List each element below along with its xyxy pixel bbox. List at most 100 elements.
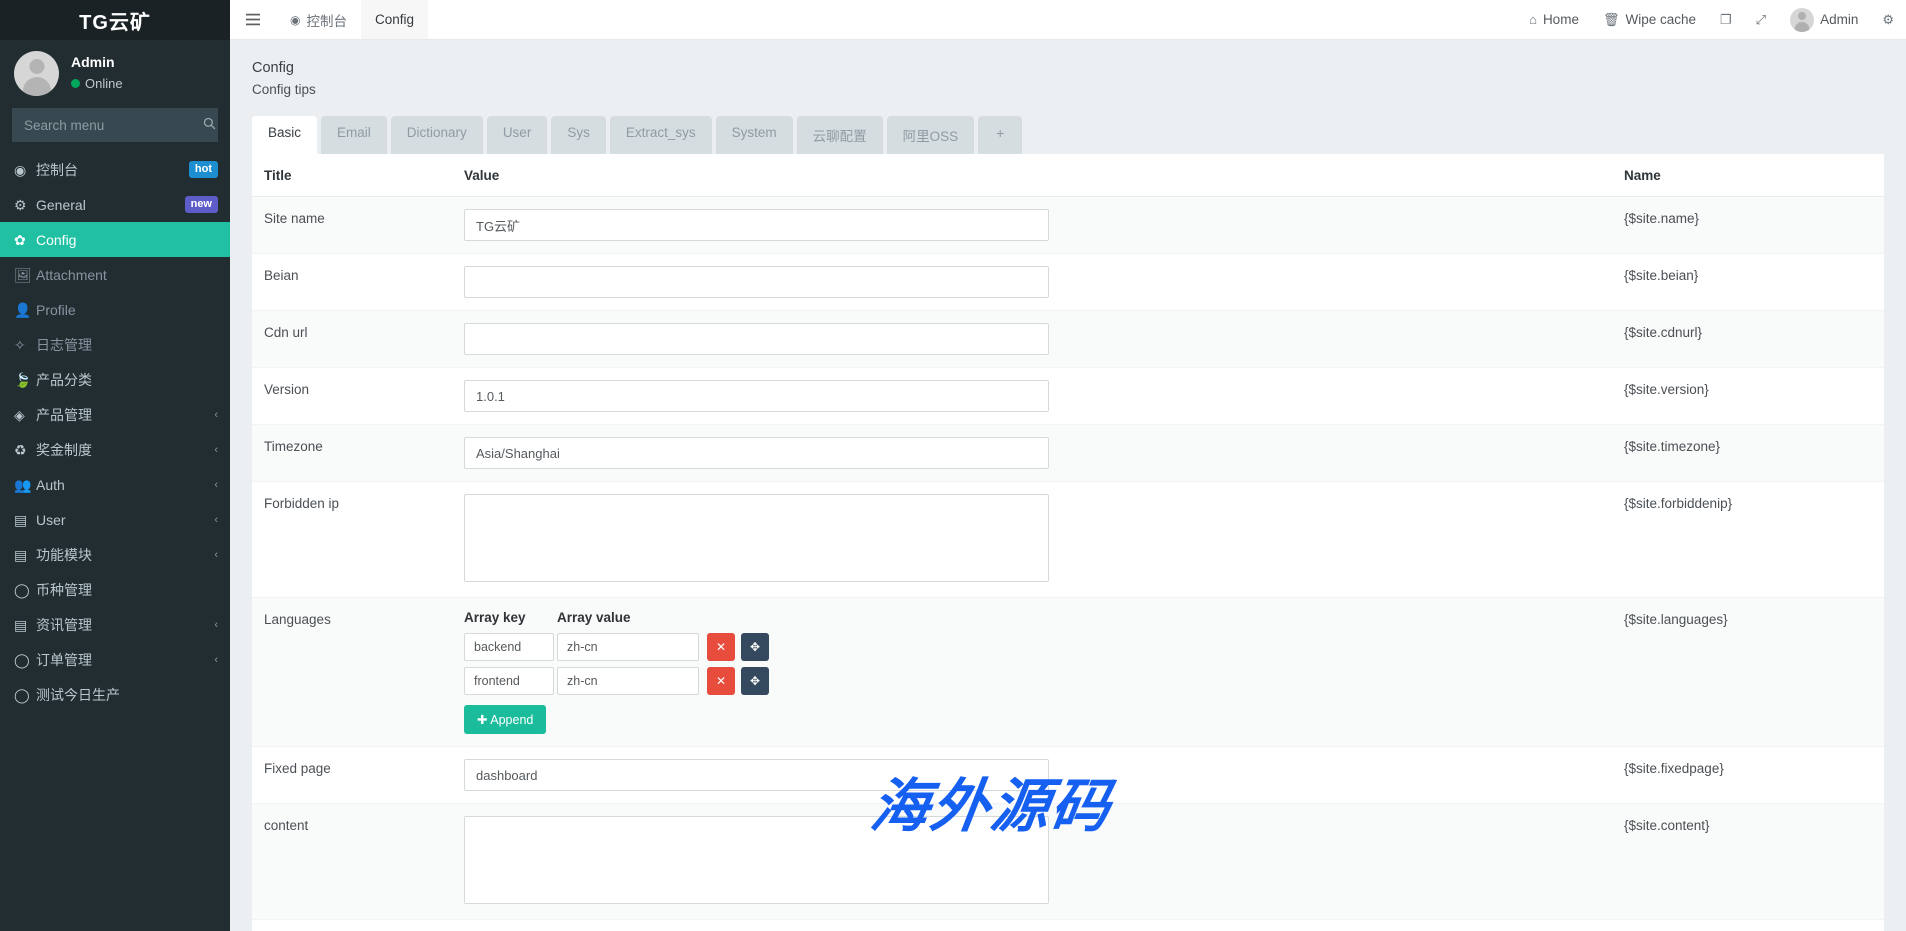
field-fixed-page[interactable] xyxy=(464,759,1049,791)
topnav-gears-settings[interactable]: ⚙ xyxy=(1870,0,1906,39)
avatar xyxy=(1790,8,1814,32)
field-version[interactable] xyxy=(464,380,1049,412)
gears-settings-icon: ⚙ xyxy=(1882,12,1894,28)
search-menu-box[interactable] xyxy=(12,108,218,142)
append-button[interactable]: ✚ Append xyxy=(464,705,546,734)
sidebar-user-status-label: Online xyxy=(85,75,123,93)
chevron-left-icon: ‹ xyxy=(214,409,218,421)
sidebar-item-config[interactable]: ✿Config xyxy=(0,222,230,257)
field-timezone[interactable] xyxy=(464,437,1049,469)
table-row: Cdn url{$site.cdnurl} xyxy=(252,311,1884,368)
topnav-admin[interactable]: Admin xyxy=(1778,0,1870,39)
topnav-clone[interactable]: ❐ xyxy=(1708,0,1744,39)
topnav-home[interactable]: ⌂Home xyxy=(1517,0,1591,39)
array-key-input[interactable] xyxy=(464,667,554,695)
row-value-cell: Array keyArray value✕✥✕✥✚ Append xyxy=(452,598,1612,747)
tab-阿里oss[interactable]: 阿里OSS xyxy=(887,116,975,154)
sidebar-user-panel: Admin Online xyxy=(0,40,230,106)
hamburger-icon[interactable] xyxy=(230,0,276,39)
sidebar-item-auth[interactable]: 👥Auth‹ xyxy=(0,467,230,502)
sidebar-item-badge: hot xyxy=(189,161,218,178)
row-value-cell xyxy=(452,254,1612,311)
sidebar-item-label: 资讯管理 xyxy=(36,615,208,635)
sidebar-item-label: 奖金制度 xyxy=(36,440,208,460)
field-forbidden-ip[interactable] xyxy=(464,494,1049,582)
tab-+[interactable]: + xyxy=(978,116,1022,154)
row-value-cell xyxy=(452,920,1612,931)
topnav-tab-控制台[interactable]: ◉ 控制台 xyxy=(276,0,361,39)
delete-row-button[interactable]: ✕ xyxy=(707,633,735,661)
search-input[interactable] xyxy=(22,117,203,134)
header-name: Name xyxy=(1612,154,1884,197)
topnav-wipe-cache[interactable]: 🗑Wipe cache xyxy=(1591,0,1708,39)
sidebar-item-label: General xyxy=(36,197,185,213)
page-subtitle: Config tips xyxy=(252,81,1884,100)
tab-dictionary[interactable]: Dictionary xyxy=(391,116,483,154)
sidebar-item-user[interactable]: ▤User‹ xyxy=(0,502,230,537)
row-value-cell xyxy=(452,197,1612,254)
sidebar-item-测试今日生产[interactable]: ◯测试今日生产 xyxy=(0,677,230,712)
newspaper-icon: ▤ xyxy=(14,618,36,632)
topnav-tab-label: 控制台 xyxy=(306,10,347,30)
sidebar-item-控制台[interactable]: ◉控制台hot xyxy=(0,152,230,187)
dashboard-icon: ◉ xyxy=(290,13,300,27)
chevron-left-icon: ‹ xyxy=(214,549,218,561)
tab-extract_sys[interactable]: Extract_sys xyxy=(610,116,712,154)
topnav-action-label: Admin xyxy=(1820,12,1858,27)
sidebar-item-general[interactable]: ⚙Generalnew xyxy=(0,187,230,222)
row-title: Beian xyxy=(252,254,452,311)
sidebar-item-日志管理[interactable]: ✧日志管理 xyxy=(0,327,230,362)
sidebar-item-产品分类[interactable]: 🍃产品分类 xyxy=(0,362,230,397)
field-content[interactable] xyxy=(464,816,1049,904)
tab-sys[interactable]: Sys xyxy=(551,116,606,154)
sidebar-item-产品管理[interactable]: ◈产品管理‹ xyxy=(0,397,230,432)
sidebar-item-订单管理[interactable]: ◯订单管理‹ xyxy=(0,642,230,677)
table-header-row: Title Value Name xyxy=(252,154,1884,197)
field-cdn-url[interactable] xyxy=(464,323,1049,355)
delete-row-button[interactable]: ✕ xyxy=(707,667,735,695)
sidebar-item-功能模块[interactable]: ▤功能模块‹ xyxy=(0,537,230,572)
search-icon[interactable] xyxy=(203,117,216,133)
page-title: Config xyxy=(252,58,1884,78)
field-site-name[interactable] xyxy=(464,209,1049,241)
config-panel: Title Value Name Site name{$site.name}Be… xyxy=(252,154,1884,931)
topnav-tab-config[interactable]: Config xyxy=(361,0,428,39)
tab-system[interactable]: System xyxy=(716,116,793,154)
row-title: Site name xyxy=(252,197,452,254)
sidebar-item-profile[interactable]: 👤Profile xyxy=(0,292,230,327)
gears-icon: ⚙ xyxy=(14,198,36,212)
drag-handle-icon[interactable]: ✥ xyxy=(741,633,769,661)
table-row: Forbidden ip{$site.forbiddenip} xyxy=(252,482,1884,598)
sidebar-item-label: Config xyxy=(36,232,218,248)
sidebar-item-奖金制度[interactable]: ♻奖金制度‹ xyxy=(0,432,230,467)
fullscreen-icon: ⤢ xyxy=(1756,12,1766,28)
drag-handle-icon[interactable]: ✥ xyxy=(741,667,769,695)
file-image-icon: 🖼 xyxy=(14,268,36,282)
array-value-input[interactable] xyxy=(557,633,699,661)
row-name: {$site.fixedpage} xyxy=(1612,747,1884,804)
topnav-action-label: Wipe cache xyxy=(1625,12,1696,27)
array-value-input[interactable] xyxy=(557,667,699,695)
sidebar-item-币种管理[interactable]: ◯币种管理 xyxy=(0,572,230,607)
row-value-cell xyxy=(452,311,1612,368)
tab-basic[interactable]: Basic xyxy=(252,116,317,154)
array-key-input[interactable] xyxy=(464,633,554,661)
tab-user[interactable]: User xyxy=(487,116,548,154)
chevron-left-icon: ‹ xyxy=(214,654,218,666)
gear-icon: ✿ xyxy=(14,233,36,247)
brand-logo[interactable]: TG云矿 xyxy=(0,0,230,40)
sidebar-item-label: Attachment xyxy=(36,267,218,283)
users-icon: 👥 xyxy=(14,478,36,492)
topnav-fullscreen[interactable]: ⤢ xyxy=(1744,0,1778,39)
row-name: {$site.content} xyxy=(1612,804,1884,920)
row-title: content xyxy=(252,804,452,920)
field-beian[interactable] xyxy=(464,266,1049,298)
sidebar: TG云矿 Admin Online ◉控制台hot⚙Generalnew✿Con… xyxy=(0,0,230,931)
tab-email[interactable]: Email xyxy=(321,116,387,154)
sidebar-item-attachment[interactable]: 🖼Attachment xyxy=(0,257,230,292)
tab-云聊配置[interactable]: 云聊配置 xyxy=(797,116,883,154)
sidebar-item-label: 产品管理 xyxy=(36,405,208,425)
array-row: ✕✥ xyxy=(464,633,1600,661)
sidebar-item-资讯管理[interactable]: ▤资讯管理‹ xyxy=(0,607,230,642)
config-table-body: Site name{$site.name}Beian{$site.beian}C… xyxy=(252,197,1884,931)
